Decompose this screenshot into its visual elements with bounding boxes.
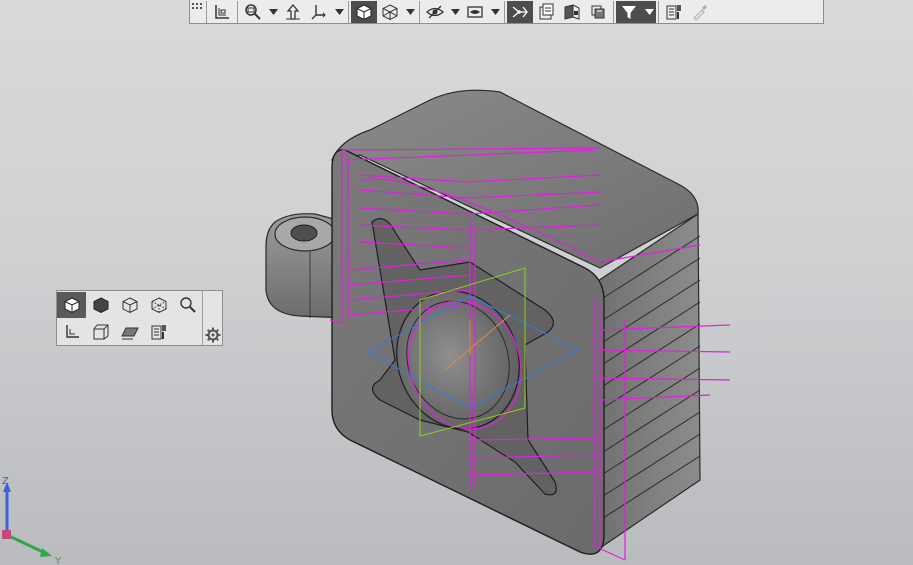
chevron-down-icon[interactable] (488, 1, 502, 23)
model-viewport[interactable] (0, 0, 913, 565)
view-settings-panel (56, 290, 223, 346)
curves-visibility-icon[interactable] (507, 0, 533, 23)
wireframe-icon[interactable] (377, 1, 403, 23)
view-toolbar (189, 0, 824, 24)
chevron-down-icon[interactable] (448, 1, 462, 23)
properties-icon[interactable] (661, 1, 687, 23)
section-view-icon[interactable] (559, 1, 585, 23)
zoom-icon[interactable] (173, 292, 202, 318)
orientation-triad: Z Y (2, 476, 62, 565)
component-display-icon[interactable] (585, 1, 611, 23)
axes-icon[interactable] (57, 319, 86, 345)
separator (658, 0, 659, 23)
y-axis-label: Y (54, 556, 62, 565)
grip-icon[interactable] (190, 1, 204, 23)
chevron-down-icon[interactable] (266, 1, 280, 23)
chevron-down-icon[interactable] (403, 1, 417, 23)
separator (504, 0, 505, 23)
zoom-window-icon[interactable] (240, 1, 266, 23)
layers-icon[interactable] (533, 1, 559, 23)
shaded-icon[interactable] (86, 292, 115, 318)
settings-gear-icon[interactable] (202, 291, 222, 345)
y-axis (6, 533, 46, 555)
part-body[interactable] (265, 89, 701, 555)
component-icon[interactable] (144, 319, 173, 345)
separator (206, 0, 207, 23)
hide-show-icon[interactable] (422, 1, 448, 23)
y-arrow (40, 548, 52, 557)
separator (613, 0, 614, 23)
shaded-with-edges-icon[interactable] (57, 292, 86, 318)
view-camera-icon[interactable] (462, 1, 488, 23)
separator (348, 0, 349, 23)
eyedropper-icon[interactable] (687, 1, 713, 23)
perspective-icon[interactable] (86, 319, 115, 345)
chevron-down-icon[interactable] (642, 0, 656, 23)
filter-icon[interactable] (616, 0, 642, 23)
origin-marker (2, 530, 11, 539)
orientation-triad-icon[interactable] (306, 1, 332, 23)
chevron-down-icon[interactable] (332, 1, 346, 23)
separator (419, 0, 420, 23)
plane-icon[interactable] (115, 319, 144, 345)
wireframe-icon[interactable] (115, 292, 144, 318)
shaded-with-edges-icon[interactable] (351, 0, 377, 23)
separator (237, 0, 238, 23)
orient-icon[interactable] (280, 1, 306, 23)
coordinate-system-icon[interactable] (209, 1, 235, 23)
hidden-lines-icon[interactable] (144, 292, 173, 318)
z-axis-label: Z (2, 476, 9, 487)
